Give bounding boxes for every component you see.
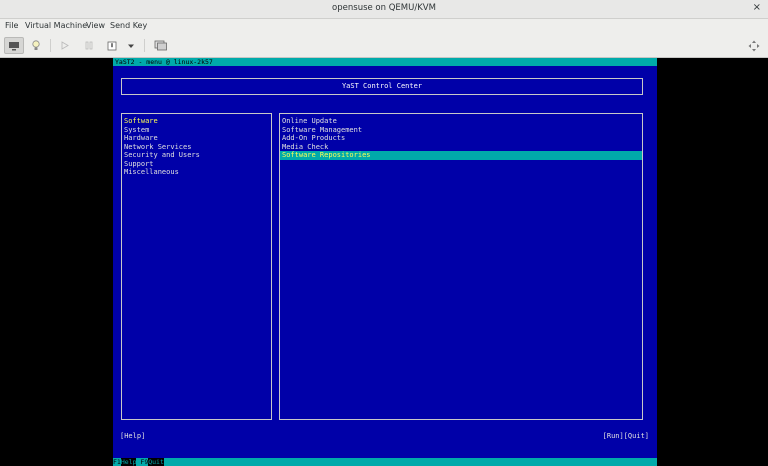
category-miscellaneous[interactable]: Miscellaneous: [122, 168, 271, 177]
fullscreen-icon[interactable]: [746, 37, 762, 54]
help-button[interactable]: [Help]: [120, 432, 145, 441]
category-network-services[interactable]: Network Services: [122, 143, 271, 152]
function-key-bar: F1Help F9Quit: [113, 458, 657, 466]
window-titlebar: opensuse on QEMU/KVM ×: [0, 0, 768, 19]
power-icon[interactable]: [105, 37, 119, 54]
yast-terminal[interactable]: YaST2 - menu @ linux-2k57 YaST Control C…: [113, 58, 657, 466]
yast-header: YaST Control Center: [121, 78, 643, 95]
vm-display[interactable]: YaST2 - menu @ linux-2k57 YaST Control C…: [0, 58, 768, 466]
fkey-f1-label[interactable]: Help: [120, 458, 137, 466]
lightbulb-icon[interactable]: [28, 37, 44, 54]
close-icon[interactable]: ×: [753, 2, 761, 13]
category-hardware[interactable]: Hardware: [122, 134, 271, 143]
toolbar-separator: [144, 39, 145, 52]
fkey-f1[interactable]: F1: [113, 458, 121, 466]
toolbar-separator: [50, 39, 51, 52]
category-support[interactable]: Support: [122, 160, 271, 169]
module-media-check[interactable]: Media Check: [280, 143, 642, 152]
page-title: YaST Control Center: [341, 82, 423, 90]
fkey-f9-label[interactable]: Quit: [148, 458, 164, 466]
module-list[interactable]: Online Update Software Management Add-On…: [279, 113, 643, 420]
screenshot-icon[interactable]: [151, 37, 169, 54]
menu-virtual-machine[interactable]: Virtual Machine: [25, 21, 87, 30]
category-system[interactable]: System: [122, 126, 271, 135]
category-security-and-users[interactable]: Security and Users: [122, 151, 271, 160]
pause-icon[interactable]: [82, 37, 96, 54]
run-quit-buttons[interactable]: [Run][Quit]: [603, 432, 649, 441]
play-icon[interactable]: [58, 37, 72, 54]
toolbar: [0, 34, 768, 58]
menu-file[interactable]: File: [5, 21, 18, 30]
dropdown-icon[interactable]: [124, 37, 138, 54]
module-software-management[interactable]: Software Management: [280, 126, 642, 135]
module-online-update[interactable]: Online Update: [280, 117, 642, 126]
menubar: File Virtual Machine View Send Key: [0, 19, 768, 34]
menu-send-key[interactable]: Send Key: [110, 21, 147, 30]
module-add-on-products[interactable]: Add-On Products: [280, 134, 642, 143]
menu-view[interactable]: View: [86, 21, 105, 30]
module-software-repositories[interactable]: Software Repositories: [280, 151, 642, 160]
monitor-icon[interactable]: [4, 37, 24, 54]
category-software[interactable]: Software: [122, 117, 271, 126]
category-list[interactable]: Software System Hardware Network Service…: [121, 113, 272, 420]
window-title: opensuse on QEMU/KVM: [332, 3, 436, 13]
terminal-title-line: YaST2 - menu @ linux-2k57: [113, 58, 657, 66]
